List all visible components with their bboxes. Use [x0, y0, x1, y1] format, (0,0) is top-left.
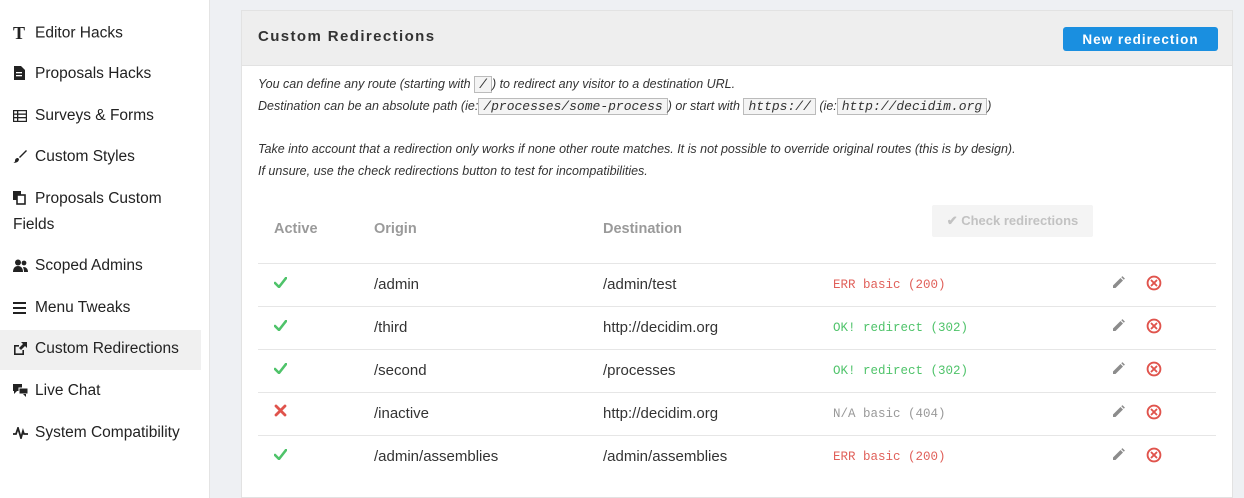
delete-icon[interactable]: [1146, 447, 1162, 468]
new-redirection-button[interactable]: New redirection: [1063, 27, 1218, 51]
table-row: /admin/admin/test ERR basic (200): [258, 263, 1216, 306]
document-icon: [13, 61, 35, 87]
pencil-icon[interactable]: [1111, 448, 1125, 467]
sidebar-item-custom-redirections[interactable]: Custom Redirections: [0, 330, 201, 370]
paintbrush-icon: [13, 144, 35, 170]
table-row: /second/processes OK! redirect (302): [258, 349, 1216, 392]
column-header-destination: Destination: [603, 221, 682, 237]
pencil-icon[interactable]: [1111, 405, 1125, 424]
origin-cell: /second: [374, 362, 427, 379]
card-header: Custom Redirections New redirection: [242, 11, 1232, 66]
sidebar-item-live-chat[interactable]: Live Chat: [0, 378, 201, 404]
code-slash: /: [474, 76, 492, 93]
origin-cell: /third: [374, 319, 408, 336]
check-icon: [273, 275, 288, 293]
origin-cell: /admin: [374, 276, 420, 293]
redirections-card: Custom Redirections New redirection You …: [241, 10, 1233, 498]
delete-icon[interactable]: [1146, 404, 1162, 425]
destination-cell: http://decidim.org: [603, 319, 719, 336]
sidebar-item-proposals-custom-fields[interactable]: Proposals Custom: [0, 186, 201, 212]
sidebar-item-proposals-custom-fields-line2: Fields: [13, 216, 55, 233]
sidebar-item-editor-hacks[interactable]: T Editor Hacks: [0, 20, 201, 47]
code-https: https://: [743, 98, 816, 115]
intro-line-4: If unsure, use the check redirections bu…: [258, 164, 648, 178]
code-example-url: http://decidim.org: [836, 98, 988, 115]
status-badge: N/A basic (404): [833, 407, 946, 421]
code-absolute-path: /processes/some-process: [478, 98, 668, 115]
table-row: /inactive http://decidim.org N/A basic (40…: [258, 392, 1216, 435]
destination-cell: /admin/assemblies: [603, 448, 728, 465]
sidebar-item-custom-styles[interactable]: Custom Styles: [0, 144, 201, 170]
list-table-icon: [12, 103, 35, 129]
intro-line-2: Destination can be an absolute path (ie:…: [258, 98, 992, 115]
check-icon: [273, 447, 288, 465]
sidebar-item-scoped-admins[interactable]: Scoped Admins: [0, 253, 201, 279]
pencil-icon[interactable]: [1111, 276, 1125, 295]
intro-line-1: You can define any route (starting with …: [258, 76, 736, 93]
origin-cell: /inactive: [374, 405, 430, 422]
check-redirections-button[interactable]: ✔ Check redirections: [932, 205, 1093, 237]
page-title: Custom Redirections: [258, 28, 436, 45]
table-row: /third http://decidim.org OK! redirect (30…: [258, 306, 1216, 349]
origin-cell: /admin/assemblies: [374, 448, 499, 465]
destination-cell: http://decidim.org: [603, 405, 719, 422]
menu-icon: [13, 295, 35, 321]
chat-icon: [13, 378, 35, 404]
sidebar-item-system-compatibility[interactable]: System Compatibility: [0, 420, 201, 446]
status-badge: OK! redirect (302): [833, 364, 969, 378]
status-badge: ERR basic (200): [833, 450, 946, 464]
sidebar-item-menu-tweaks[interactable]: Menu Tweaks: [0, 295, 201, 321]
destination-cell: /admin/test: [603, 276, 677, 293]
pencil-icon[interactable]: [1111, 319, 1125, 338]
status-badge: ERR basic (200): [833, 278, 946, 292]
sidebar-item-proposals-hacks[interactable]: Proposals Hacks: [0, 61, 201, 87]
text-t-icon: T: [13, 23, 26, 43]
column-header-active: Active: [274, 221, 318, 237]
cross-icon: [274, 404, 287, 422]
pencil-icon[interactable]: [1111, 362, 1125, 381]
column-header-origin: Origin: [374, 221, 417, 237]
sidebar: T Editor Hacks Proposals Hacks Surveys & …: [0, 0, 210, 498]
check-icon: [273, 318, 288, 336]
table-row: /admin/assemblies/admin/assemblies ERR ba…: [258, 435, 1216, 478]
users-icon: [13, 253, 35, 279]
delete-icon[interactable]: [1146, 275, 1162, 296]
status-badge: OK! redirect (302): [833, 321, 969, 335]
external-link-icon: [13, 336, 35, 362]
sidebar-item-surveys-forms[interactable]: Surveys & Forms: [0, 103, 201, 129]
delete-icon[interactable]: [1146, 361, 1162, 382]
intro-line-3: Take into account that a redirection onl…: [258, 142, 1016, 156]
check-icon: [273, 361, 288, 379]
pulse-icon: [13, 420, 35, 446]
copy-icon: [13, 186, 35, 212]
delete-icon[interactable]: [1146, 318, 1162, 339]
destination-cell: /processes: [603, 362, 676, 379]
